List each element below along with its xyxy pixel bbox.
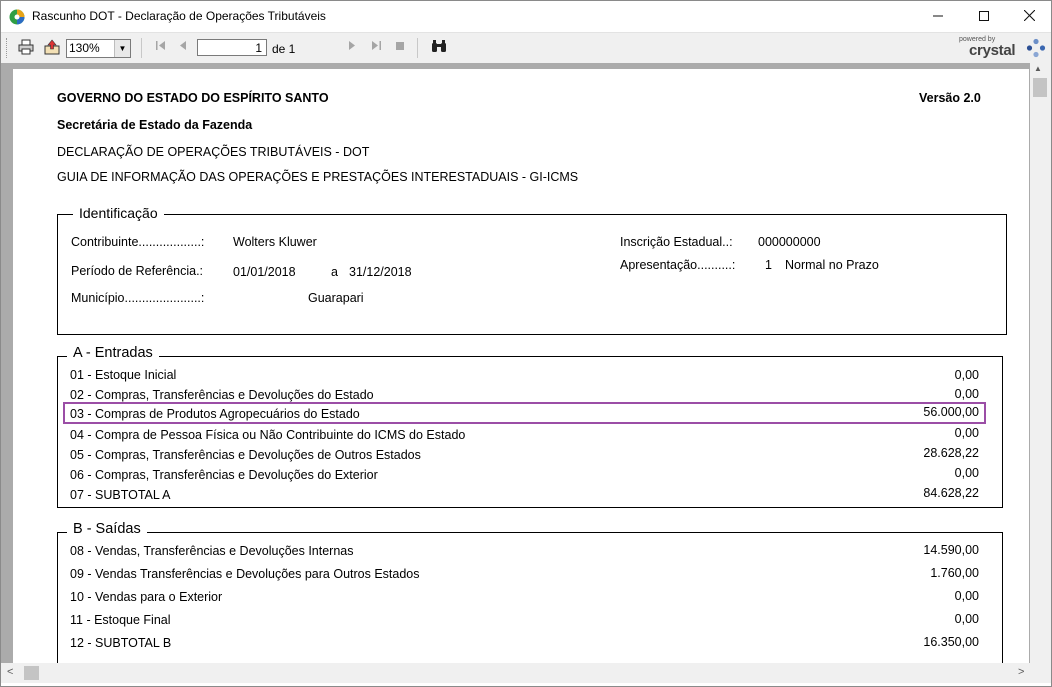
next-page-icon — [349, 41, 355, 50]
last-page-button[interactable] — [369, 39, 383, 57]
version-label: Versão 2.0 — [919, 91, 981, 105]
entradas-row-value: 0,00 — [954, 368, 979, 382]
report-canvas[interactable]: GOVERNO DO ESTADO DO ESPÍRITO SANTO Vers… — [1, 63, 1051, 670]
first-page-icon — [155, 41, 165, 50]
periodo-separator: a — [331, 265, 338, 279]
saidas-row: 10 - Vendas para o Exterior — [70, 590, 223, 604]
entradas-row-value: 0,00 — [954, 426, 979, 440]
entradas-row: 05 - Compras, Transferências e Devoluçõe… — [70, 448, 421, 462]
previous-page-icon — [180, 41, 186, 50]
contribuinte-value: Wolters Kluwer — [233, 235, 317, 249]
export-icon — [44, 39, 60, 55]
report-title: DECLARAÇÃO DE OPERAÇÕES TRIBUTÁVEIS - DO… — [57, 145, 370, 159]
saidas-row-value: 0,00 — [954, 589, 979, 603]
saidas-subtotal-value: 16.350,00 — [923, 635, 979, 649]
entradas-row: 02 - Compras, Transferências e Devoluçõe… — [70, 388, 374, 402]
entradas-row-value: 56.000,00 — [923, 405, 979, 419]
government-heading: GOVERNO DO ESTADO DO ESPÍRITO SANTO — [57, 91, 329, 105]
entradas-row-value: 0,00 — [954, 387, 979, 401]
entradas-subtotal-value: 84.628,22 — [923, 486, 979, 500]
saidas-row: 08 - Vendas, Transferências e Devoluções… — [70, 544, 354, 558]
window-title: Rascunho DOT - Declaração de Operações T… — [32, 9, 326, 23]
periodo-start: 01/01/2018 — [233, 265, 296, 279]
vertical-scrollbar[interactable]: ▲ — [1030, 63, 1051, 663]
previous-page-button[interactable] — [176, 39, 190, 57]
vertical-scroll-thumb[interactable] — [1033, 78, 1047, 97]
entradas-legend: A - Entradas — [67, 345, 159, 361]
inscricao-value: 000000000 — [758, 235, 821, 249]
zoom-value: 130% — [69, 41, 100, 55]
secretariat-heading: Secretária de Estado da Fazenda — [57, 118, 253, 132]
entradas-row: 01 - Estoque Inicial — [70, 368, 177, 382]
toolbar-separator — [141, 38, 142, 58]
title-bar: Rascunho DOT - Declaração de Operações T… — [1, 1, 1051, 32]
report-subtitle: GUIA DE INFORMAÇÃO DAS OPERAÇÕES E PREST… — [57, 170, 579, 184]
scroll-up-icon[interactable]: ▲ — [1034, 64, 1042, 73]
contribuinte-label: Contribuinte..................: — [71, 235, 205, 249]
print-button[interactable] — [17, 39, 35, 57]
saidas-row-value: 0,00 — [954, 612, 979, 626]
app-icon — [9, 9, 25, 25]
scroll-right-icon[interactable]: > — [1018, 666, 1024, 678]
crystal-logo: powered by crystal — [956, 36, 1046, 60]
inscricao-label: Inscrição Estadual..: — [620, 235, 733, 249]
saidas-subtotal: 12 - SUBTOTAL B — [70, 636, 172, 650]
printer-icon — [18, 39, 34, 55]
entradas-subtotal: 07 - SUBTOTAL A — [70, 488, 171, 502]
report-viewer-window: Rascunho DOT - Declaração de Operações T… — [0, 0, 1052, 687]
horizontal-scrollbar[interactable]: < > — [1, 663, 1051, 683]
saidas-row: 11 - Estoque Final — [70, 613, 171, 627]
identificacao-legend: Identificação — [73, 205, 164, 221]
maximize-icon — [979, 11, 989, 21]
search-button[interactable] — [430, 39, 448, 57]
horizontal-scroll-thumb[interactable] — [24, 666, 39, 680]
apresentacao-code: 1 — [765, 258, 772, 272]
next-page-button[interactable] — [345, 39, 359, 57]
report-page: GOVERNO DO ESTADO DO ESPÍRITO SANTO Vers… — [13, 69, 1029, 670]
municipio-value: Guarapari — [308, 291, 364, 305]
export-button[interactable] — [43, 39, 61, 57]
periodo-end: 31/12/2018 — [349, 265, 412, 279]
binoculars-icon — [432, 40, 446, 52]
saidas-row-value: 14.590,00 — [923, 543, 979, 557]
entradas-row-value: 28.628,22 — [923, 446, 979, 460]
apresentacao-label: Apresentação..........: — [620, 258, 736, 272]
scroll-left-icon[interactable]: < — [7, 666, 13, 678]
entradas-row: 04 - Compra de Pessoa Física ou Não Cont… — [70, 428, 466, 442]
page-number-input[interactable]: 1 — [197, 39, 267, 56]
saidas-row-value: 1.760,00 — [930, 566, 979, 580]
entradas-row: 03 - Compras de Produtos Agropecuários d… — [70, 407, 360, 421]
viewer-toolbar: 130% ▼ 1 de 1 — [1, 32, 1051, 64]
entradas-row: 06 - Compras, Transferências e Devoluçõe… — [70, 468, 378, 482]
first-page-button[interactable] — [153, 39, 167, 57]
maximize-button[interactable] — [961, 1, 1007, 32]
saidas-legend: B - Saídas — [67, 521, 147, 537]
zoom-select[interactable]: 130% ▼ — [66, 39, 131, 58]
minimize-button[interactable] — [915, 1, 961, 32]
entradas-row-value: 0,00 — [954, 466, 979, 480]
minimize-icon — [933, 15, 943, 17]
toolbar-grip[interactable] — [6, 38, 10, 58]
municipio-label: Município......................: — [71, 291, 205, 305]
close-icon — [1023, 9, 1035, 22]
periodo-label: Período de Referência.: — [71, 264, 204, 278]
saidas-row: 09 - Vendas Transferências e Devoluções … — [70, 567, 420, 581]
stop-button[interactable] — [393, 39, 407, 57]
crystal-brand-text: crystal — [969, 42, 1016, 59]
toolbar-separator — [417, 38, 418, 58]
chevron-down-icon[interactable]: ▼ — [114, 40, 130, 57]
apresentacao-value: Normal no Prazo — [785, 258, 879, 272]
last-page-icon — [371, 41, 381, 50]
close-button[interactable] — [1006, 1, 1051, 32]
crystal-logo-icon — [1026, 38, 1046, 58]
page-count-label: de 1 — [272, 42, 296, 56]
stop-icon — [396, 42, 404, 50]
